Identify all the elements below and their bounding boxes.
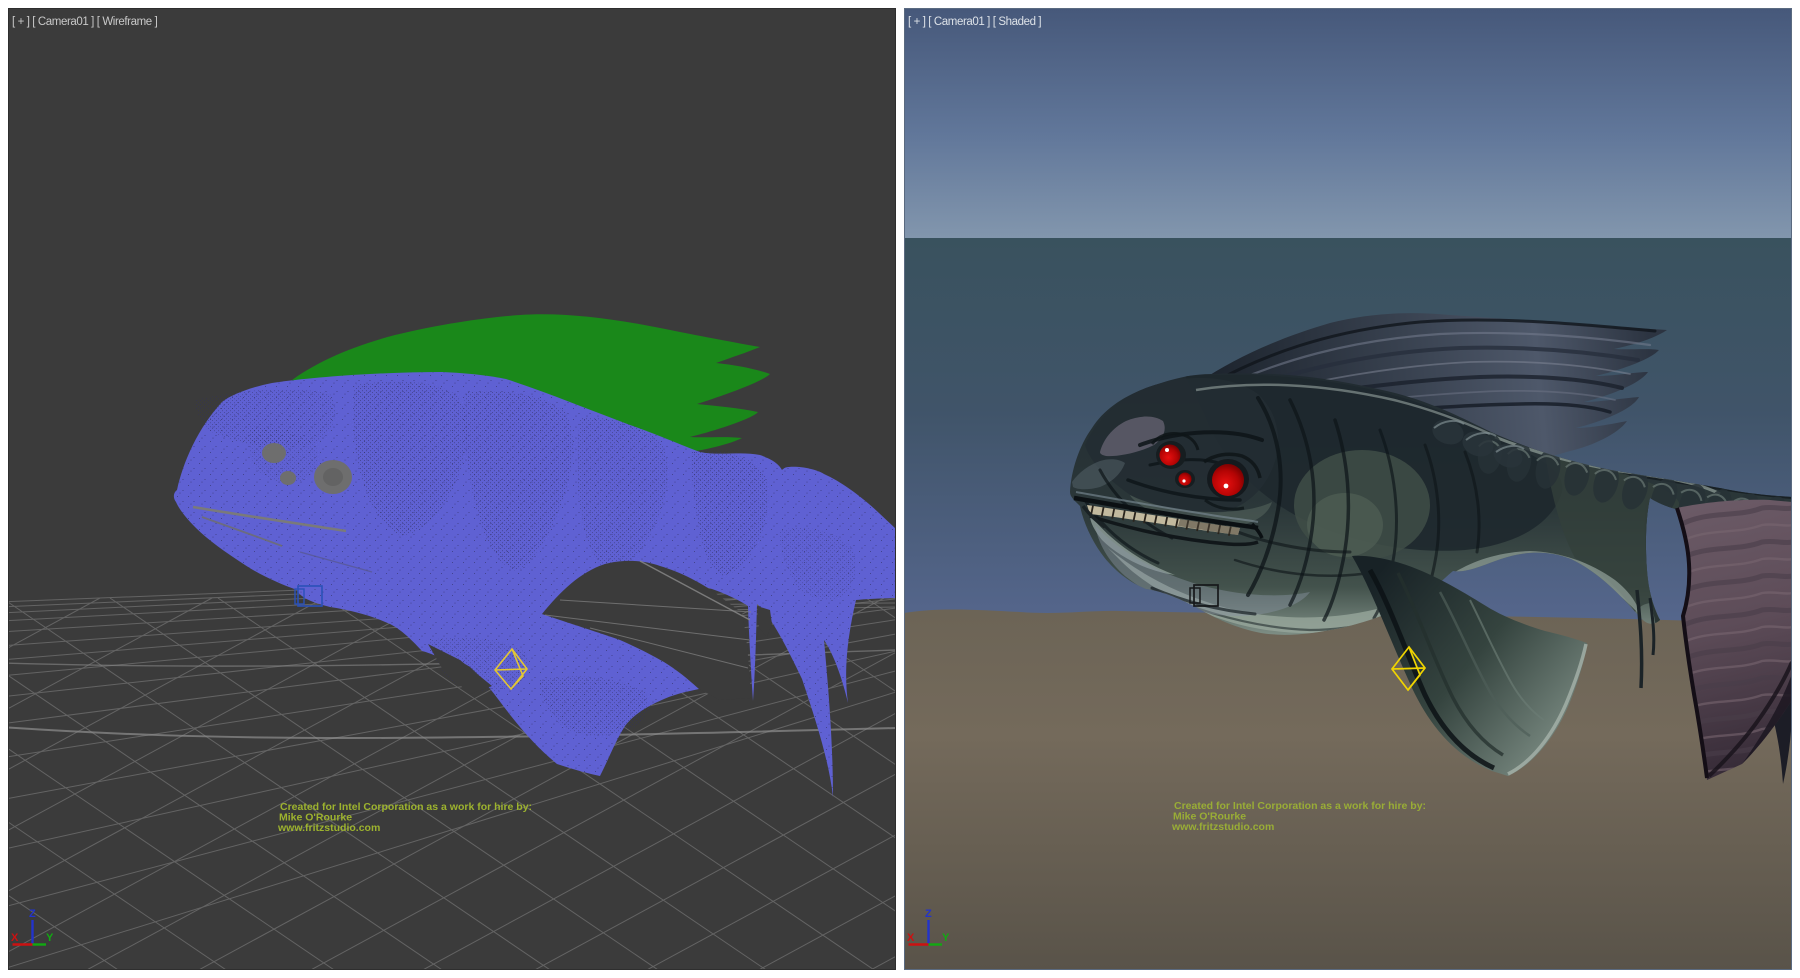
svg-text:Y: Y <box>46 932 54 944</box>
svg-text:[ + ] [ Camera01 ] [ Shaded ]: [ + ] [ Camera01 ] [ Shaded ] <box>908 16 1041 28</box>
svg-text:Y: Y <box>942 932 950 944</box>
svg-text:[ + ] [ Camera01 ] [ Wireframe: [ + ] [ Camera01 ] [ Wireframe ] <box>12 16 158 28</box>
svg-text:Z: Z <box>925 908 932 920</box>
svg-text:Z: Z <box>29 908 36 920</box>
svg-text:X: X <box>907 932 915 944</box>
svg-text:www.fritzstudio.com: www.fritzstudio.com <box>1171 821 1274 833</box>
svg-text:www.fritzstudio.com: www.fritzstudio.com <box>277 822 380 834</box>
svg-text:X: X <box>11 932 19 944</box>
